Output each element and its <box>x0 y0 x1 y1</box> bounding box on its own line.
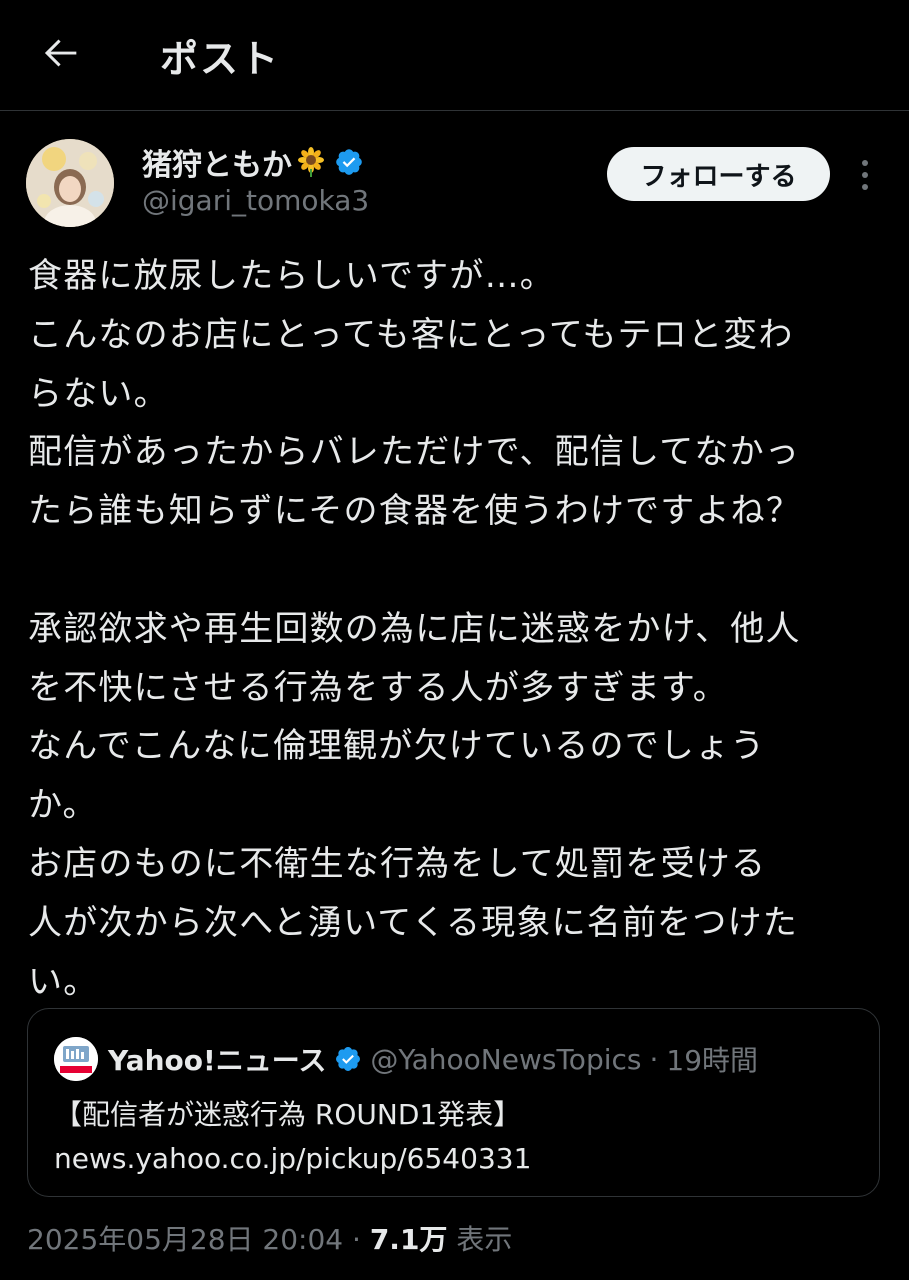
tweet-line: か。 <box>28 785 98 826</box>
quote-avatar[interactable] <box>54 1037 98 1081</box>
tweet-line: たら誰も知らずにその食器を使うわけですよね？ <box>28 491 802 532</box>
view-count[interactable]: 7.1万 <box>370 1223 448 1256</box>
quote-author-name[interactable]: Yahoo!ニュース <box>108 1039 326 1079</box>
post-timestamp[interactable]: 2025年05月28日 20:04 <box>27 1223 343 1256</box>
verified-badge-icon <box>336 1047 361 1071</box>
yahoo-news-logo-icon <box>54 1037 98 1081</box>
more-vertical-icon <box>862 160 868 190</box>
quote-timestamp[interactable]: 19時間 <box>666 1039 758 1079</box>
tweet-line: 承認欲求や再生回数の為に店に迷惑をかけ、他人 <box>28 608 801 649</box>
arrow-left-icon <box>44 39 77 67</box>
page-title: ポスト <box>160 37 281 81</box>
quote-title: 【配信者が迷惑行為 ROUND1発表】 <box>54 1098 522 1131</box>
quote-link[interactable]: news.yahoo.co.jp/pickup/6540331 <box>54 1137 531 1181</box>
author-display-name[interactable]: 猪狩ともか <box>142 140 292 184</box>
more-options-button[interactable] <box>850 155 880 195</box>
view-count-label: 表示 <box>456 1223 513 1256</box>
tweet-line: お店のものに不衛生な行為をして処罰を受ける <box>28 843 767 884</box>
tweet-line: こんなのお店にとっても客にとってもテロと変わ <box>28 314 794 355</box>
avatar[interactable] <box>26 139 114 227</box>
tweet-line: らない。 <box>28 373 169 414</box>
follow-button[interactable]: フォローする <box>607 147 830 201</box>
quote-content: 【配信者が迷惑行為 ROUND1発表】 news.yahoo.co.jp/pic… <box>54 1093 531 1181</box>
sunflower-icon <box>298 147 324 177</box>
quote-author-handle[interactable]: @YahooNewsTopics <box>370 1043 641 1076</box>
top-bar: ポスト <box>0 0 909 111</box>
tweet-text: 食器に放尿したらしいですが…。 こんなのお店にとっても客にとってもテロと変わ ら… <box>28 247 888 1011</box>
tweet-line: 配信があったからバレただけで、配信してなかっ <box>28 432 801 473</box>
tweet-line: い。 <box>28 961 99 1002</box>
tweet-line: なんでこんなに倫理観が欠けているのでしょう <box>28 726 766 767</box>
quote-header: Yahoo!ニュース @YahooNewsTopics · 19時間 <box>108 1037 758 1081</box>
tweet-line: 食器に放尿したらしいですが…。 <box>28 256 555 296</box>
back-button[interactable] <box>38 30 84 76</box>
tweet-line: を不快にさせる行為をする人が多すぎます。 <box>28 667 728 708</box>
tweet-line <box>28 541 888 600</box>
author-handle[interactable]: @igari_tomoka3 <box>142 184 369 217</box>
separator-dot: · <box>352 1223 361 1256</box>
post-meta: 2025年05月28日 20:04 · 7.1万 表示 <box>27 1218 512 1258</box>
avatar-photo <box>26 139 114 227</box>
separator-dot: · <box>649 1042 659 1076</box>
author-name-row[interactable]: 猪狩ともか <box>142 140 364 184</box>
tweet-line: 人が次から次へと湧いてくる現象に名前をつけた <box>28 902 798 943</box>
verified-badge-icon <box>336 149 362 175</box>
quoted-post-card[interactable]: Yahoo!ニュース @YahooNewsTopics · 19時間 【配信者が… <box>27 1008 880 1197</box>
